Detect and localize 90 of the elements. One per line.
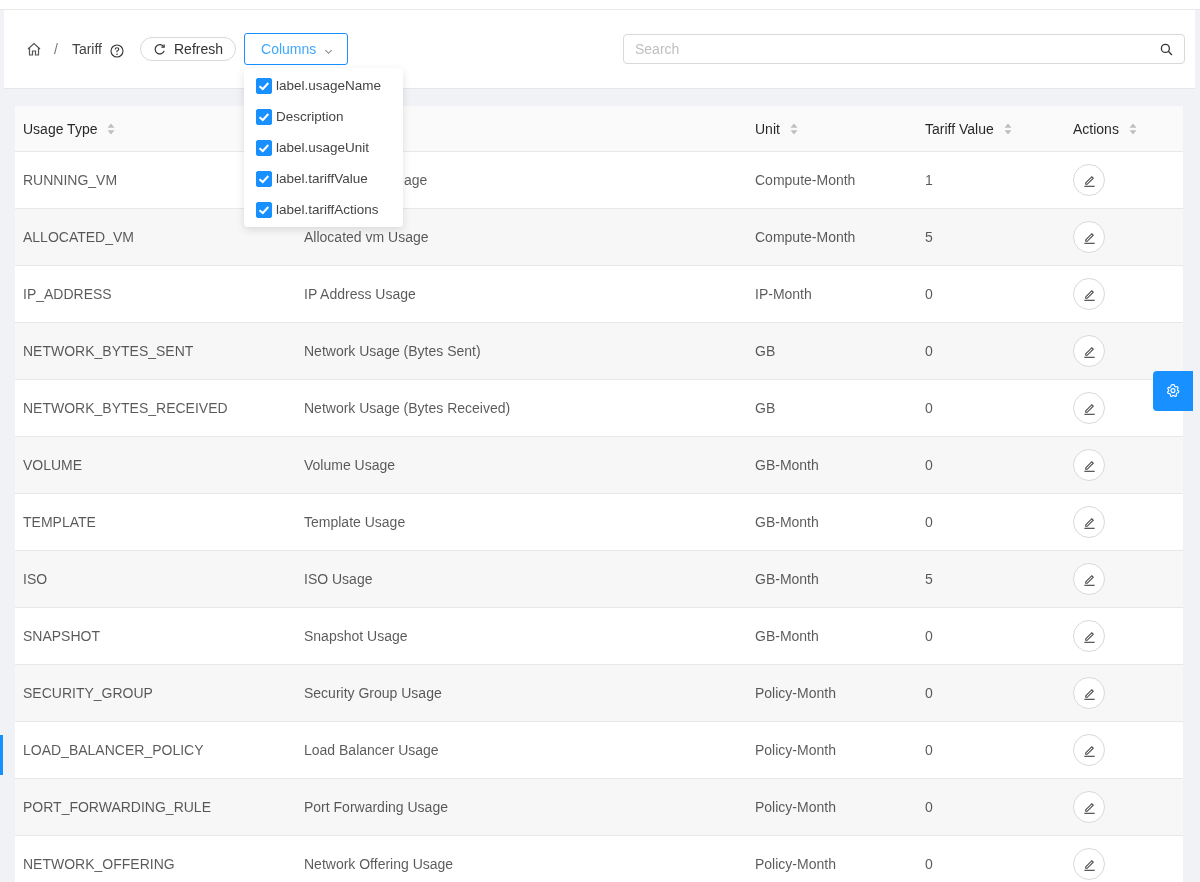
table-cell: Port Forwarding Usage bbox=[304, 799, 448, 815]
checkbox[interactable] bbox=[256, 170, 272, 187]
table-cell: SNAPSHOT bbox=[23, 628, 100, 644]
table-cell: 0 bbox=[925, 628, 933, 644]
column-option[interactable]: Description bbox=[244, 101, 403, 132]
column-option[interactable]: label.tariffActions bbox=[244, 194, 403, 225]
column-header[interactable]: Unit bbox=[755, 120, 780, 137]
table-cell: Allocated vm Usage bbox=[304, 229, 429, 245]
table-cell: age bbox=[404, 172, 428, 188]
table-cell: 0 bbox=[925, 514, 933, 530]
column-header[interactable]: Actions bbox=[1073, 120, 1119, 137]
search-icon[interactable] bbox=[1160, 43, 1173, 56]
table-cell: IP Address Usage bbox=[304, 286, 416, 302]
table-cell: ISO bbox=[23, 571, 48, 587]
table-cell: Compute-Month bbox=[755, 172, 856, 188]
table-cell: NETWORK_BYTES_SENT bbox=[23, 343, 194, 359]
table-cell: NETWORK_BYTES_RECEIVED bbox=[23, 400, 228, 416]
table-cell: NETWORK_OFFERING bbox=[23, 856, 175, 872]
table-cell: ISO Usage bbox=[304, 571, 373, 587]
edit-button[interactable] bbox=[1073, 449, 1105, 481]
table-cell: 5 bbox=[925, 571, 933, 587]
edit-button[interactable] bbox=[1073, 392, 1105, 424]
column-header[interactable]: Tariff Value bbox=[925, 120, 994, 137]
table-cell: VOLUME bbox=[23, 457, 83, 473]
table-cell: GB-Month bbox=[755, 457, 819, 473]
edit-button[interactable] bbox=[1073, 335, 1105, 367]
edit-button[interactable] bbox=[1073, 791, 1105, 823]
table-cell: Network Usage (Bytes Sent) bbox=[304, 343, 481, 359]
edit-button[interactable] bbox=[1073, 221, 1105, 253]
table-cell: RUNNING_VM bbox=[23, 172, 118, 188]
table-cell: 0 bbox=[925, 799, 933, 815]
refresh-icon bbox=[153, 42, 166, 56]
table-cell: 0 bbox=[925, 742, 933, 758]
breadcrumb-current: Tariff bbox=[71, 41, 102, 57]
edit-button[interactable] bbox=[1073, 563, 1105, 595]
table-cell: Policy-Month bbox=[755, 742, 836, 758]
edit-button[interactable] bbox=[1073, 278, 1105, 310]
column-option[interactable]: label.tariffValue bbox=[244, 163, 403, 194]
edit-button[interactable] bbox=[1073, 677, 1105, 709]
edit-button[interactable] bbox=[1073, 506, 1105, 538]
search-field[interactable]: Search bbox=[623, 34, 1185, 64]
column-option[interactable]: label.usageName bbox=[244, 70, 403, 101]
table-cell: 0 bbox=[925, 856, 933, 872]
table-cell: Volume Usage bbox=[304, 457, 396, 473]
table-cell: SECURITY_GROUP bbox=[23, 685, 153, 701]
table-cell: TEMPLATE bbox=[23, 514, 96, 530]
table-cell: Compute-Month bbox=[755, 229, 856, 245]
table-cell: Template Usage bbox=[304, 514, 406, 530]
column-header[interactable]: Usage Type bbox=[23, 120, 98, 137]
table-cell: LOAD_BALANCER_POLICY bbox=[23, 742, 204, 758]
table-cell: 0 bbox=[925, 685, 933, 701]
breadcrumb-separator: / bbox=[54, 41, 58, 57]
home-icon[interactable] bbox=[26, 41, 42, 57]
table-cell: 5 bbox=[925, 229, 933, 245]
edit-button[interactable] bbox=[1073, 734, 1105, 766]
table-cell: 0 bbox=[925, 457, 933, 473]
checkbox[interactable] bbox=[256, 201, 272, 218]
table-cell: IP-Month bbox=[755, 286, 812, 302]
edit-button[interactable] bbox=[1073, 848, 1105, 880]
table-cell: GB-Month bbox=[755, 514, 819, 530]
table-cell: ALLOCATED_VM bbox=[23, 229, 134, 245]
table-cell: GB bbox=[755, 400, 776, 416]
column-option[interactable]: label.usageUnit bbox=[244, 132, 403, 163]
table-cell: 0 bbox=[925, 400, 933, 416]
refresh-button[interactable]: Refresh bbox=[140, 37, 236, 61]
active-indicator bbox=[0, 735, 3, 775]
edit-button[interactable] bbox=[1073, 164, 1105, 196]
settings-icon bbox=[1165, 383, 1181, 399]
checkbox[interactable] bbox=[256, 77, 272, 94]
table-cell: GB bbox=[755, 343, 776, 359]
table-cell: Policy-Month bbox=[755, 799, 836, 815]
table-cell: Policy-Month bbox=[755, 856, 836, 872]
checkbox[interactable] bbox=[256, 108, 272, 125]
table-cell: GB-Month bbox=[755, 571, 819, 587]
table-cell: PORT_FORWARDING_RULE bbox=[23, 799, 211, 815]
table-cell: Snapshot Usage bbox=[304, 628, 408, 644]
table-cell: Load Balancer Usage bbox=[304, 742, 439, 758]
table-cell: Policy-Month bbox=[755, 685, 836, 701]
edit-button[interactable] bbox=[1073, 620, 1105, 652]
checkbox[interactable] bbox=[256, 139, 272, 156]
help-icon[interactable] bbox=[110, 44, 124, 58]
table-cell: 0 bbox=[925, 286, 933, 302]
table-cell: GB-Month bbox=[755, 628, 819, 644]
table-cell: 1 bbox=[925, 172, 933, 188]
table-cell: Network Usage (Bytes Received) bbox=[304, 400, 511, 416]
table-cell: Security Group Usage bbox=[304, 685, 442, 701]
table-cell: 0 bbox=[925, 343, 933, 359]
table-cell: IP_ADDRESS bbox=[23, 286, 112, 302]
settings-button[interactable] bbox=[1153, 371, 1193, 411]
table-cell: Network Offering Usage bbox=[304, 856, 454, 872]
